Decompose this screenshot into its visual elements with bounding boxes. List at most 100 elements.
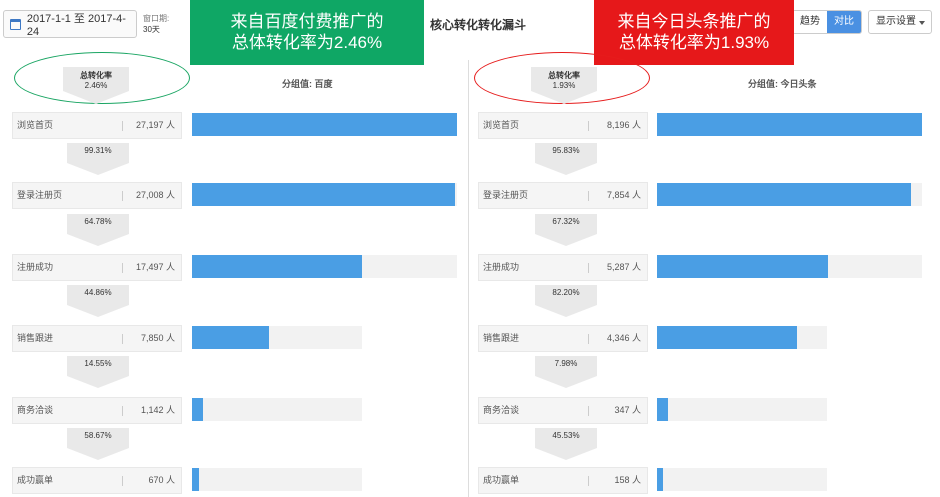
funnel-bar-track — [192, 113, 457, 136]
step-separator — [588, 121, 589, 131]
step-separator — [122, 334, 123, 344]
step-separator — [588, 191, 589, 201]
funnel-bar[interactable] — [657, 468, 663, 491]
funnel-bar-track — [192, 183, 457, 206]
funnel-bar[interactable] — [192, 468, 199, 491]
funnel-bar-track — [192, 398, 362, 421]
conversion-rate-value: 58.67% — [84, 431, 112, 440]
conversion-rate: 82.20% — [535, 285, 597, 317]
step-separator — [588, 263, 589, 273]
funnel-bar-track — [657, 326, 827, 349]
funnel-step[interactable]: 浏览首页 27,197 人 — [12, 112, 182, 139]
panel-divider — [468, 60, 469, 497]
step-separator — [588, 476, 589, 486]
funnel-step[interactable]: 商务洽谈 1,142 人 — [12, 397, 182, 424]
funnel-bar-track — [657, 183, 922, 206]
conversion-rate: 99.31% — [67, 143, 129, 175]
funnel-step[interactable]: 商务洽谈 347 人 — [478, 397, 648, 424]
step-value: 158 人 — [614, 475, 641, 485]
baidu-group-label: 分组值: 百度 — [282, 79, 333, 89]
step-name: 注册成功 — [483, 262, 520, 272]
step-value: 27,008 人 — [135, 190, 175, 200]
conversion-rate: 95.83% — [535, 143, 597, 175]
step-value: 17,497 人 — [135, 262, 175, 272]
funnel-step[interactable]: 注册成功 17,497 人 — [12, 254, 182, 281]
conversion-rate-value: 82.20% — [552, 288, 580, 297]
compare-button[interactable]: 对比 — [827, 11, 861, 33]
funnel-bar[interactable] — [192, 183, 455, 206]
step-name: 成功赢单 — [17, 475, 54, 485]
display-settings-label: 显示设置 — [876, 16, 916, 27]
step-name: 销售跟进 — [483, 333, 520, 343]
funnel-bar[interactable] — [192, 255, 362, 278]
step-value: 347 人 — [614, 405, 641, 415]
funnel-bar[interactable] — [657, 255, 828, 278]
step-name: 销售跟进 — [17, 333, 54, 343]
toutiao-callout: 来自今日头条推广的 总体转化率为1.93% — [594, 0, 794, 65]
toutiao-group-label: 分组值: 今日头条 — [748, 79, 817, 89]
total-rate-value: 1.93% — [552, 81, 576, 90]
conversion-rate-value: 64.78% — [84, 217, 112, 226]
funnel-step[interactable]: 销售跟进 4,346 人 — [478, 325, 648, 352]
funnel-bar-track — [657, 255, 922, 278]
step-name: 登录注册页 — [483, 190, 529, 200]
display-settings-button[interactable]: 显示设置 — [868, 10, 932, 34]
calendar-icon — [10, 18, 21, 30]
step-name: 浏览首页 — [483, 120, 520, 130]
page-title: 核心转化转化漏斗 — [430, 18, 527, 32]
funnel-step[interactable]: 成功赢单 670 人 — [12, 467, 182, 494]
step-value: 1,142 人 — [140, 405, 175, 415]
funnel-step[interactable]: 登录注册页 7,854 人 — [478, 182, 648, 209]
conversion-rate-value: 14.55% — [84, 359, 112, 368]
conversion-rate: 45.53% — [535, 428, 597, 460]
funnel-step[interactable]: 登录注册页 27,008 人 — [12, 182, 182, 209]
funnel-bar[interactable] — [657, 183, 911, 206]
funnel-step[interactable]: 浏览首页 8,196 人 — [478, 112, 648, 139]
view-toggle: 趋势 对比 — [792, 10, 862, 34]
trend-button[interactable]: 趋势 — [793, 11, 827, 33]
funnel-bar-track — [657, 468, 827, 491]
conversion-rate: 14.55% — [67, 356, 129, 388]
funnel-bar[interactable] — [657, 398, 668, 421]
funnel-step[interactable]: 成功赢单 158 人 — [478, 467, 648, 494]
funnel-bar-track — [192, 468, 362, 491]
baidu-callout-line1: 来自百度付费推广的 — [230, 12, 384, 31]
toutiao-callout-line1: 来自今日头条推广的 — [617, 12, 771, 31]
funnel-bar[interactable] — [657, 113, 922, 136]
window-period: 窗口期: 30天 — [143, 13, 169, 35]
funnel-bar[interactable] — [657, 326, 797, 349]
conversion-rate: 44.86% — [67, 285, 129, 317]
funnel-bar[interactable] — [192, 113, 457, 136]
conversion-rate-value: 99.31% — [84, 146, 112, 155]
step-separator — [122, 121, 123, 131]
conversion-rate: 64.78% — [67, 214, 129, 246]
funnel-bar-track — [192, 326, 362, 349]
total-rate-value: 2.46% — [84, 81, 108, 90]
total-rate-label: 总转化率 — [548, 71, 580, 80]
step-value: 5,287 人 — [606, 262, 641, 272]
funnel-bar-track — [657, 113, 922, 136]
funnel-step[interactable]: 注册成功 5,287 人 — [478, 254, 648, 281]
step-value: 4,346 人 — [606, 333, 641, 343]
total-rate-label: 总转化率 — [80, 71, 112, 80]
step-name: 成功赢单 — [483, 475, 520, 485]
conversion-rate: 7.98% — [535, 356, 597, 388]
conversion-rate-value: 7.98% — [554, 359, 578, 368]
baidu-callout-line2: 总体转化率为2.46% — [231, 33, 383, 52]
funnel-bar[interactable] — [192, 398, 203, 421]
step-separator — [122, 406, 123, 416]
step-value: 670 人 — [148, 475, 175, 485]
caret-down-icon — [919, 21, 925, 25]
window-period-value: 30天 — [143, 25, 160, 34]
step-separator — [122, 476, 123, 486]
conversion-rate: 67.32% — [535, 214, 597, 246]
funnel-bar[interactable] — [192, 326, 269, 349]
date-range-picker[interactable]: 2017-1-1 至 2017-4-24 — [3, 10, 137, 38]
funnel-step[interactable]: 销售跟进 7,850 人 — [12, 325, 182, 352]
date-range-text: 2017-1-1 至 2017-4-24 — [26, 13, 126, 38]
conversion-rate-value: 44.86% — [84, 288, 112, 297]
conversion-rate: 58.67% — [67, 428, 129, 460]
baidu-callout: 来自百度付费推广的 总体转化率为2.46% — [190, 0, 424, 65]
toutiao-total-rate: 总转化率 1.93% — [531, 67, 597, 104]
step-name: 商务洽谈 — [483, 405, 520, 415]
